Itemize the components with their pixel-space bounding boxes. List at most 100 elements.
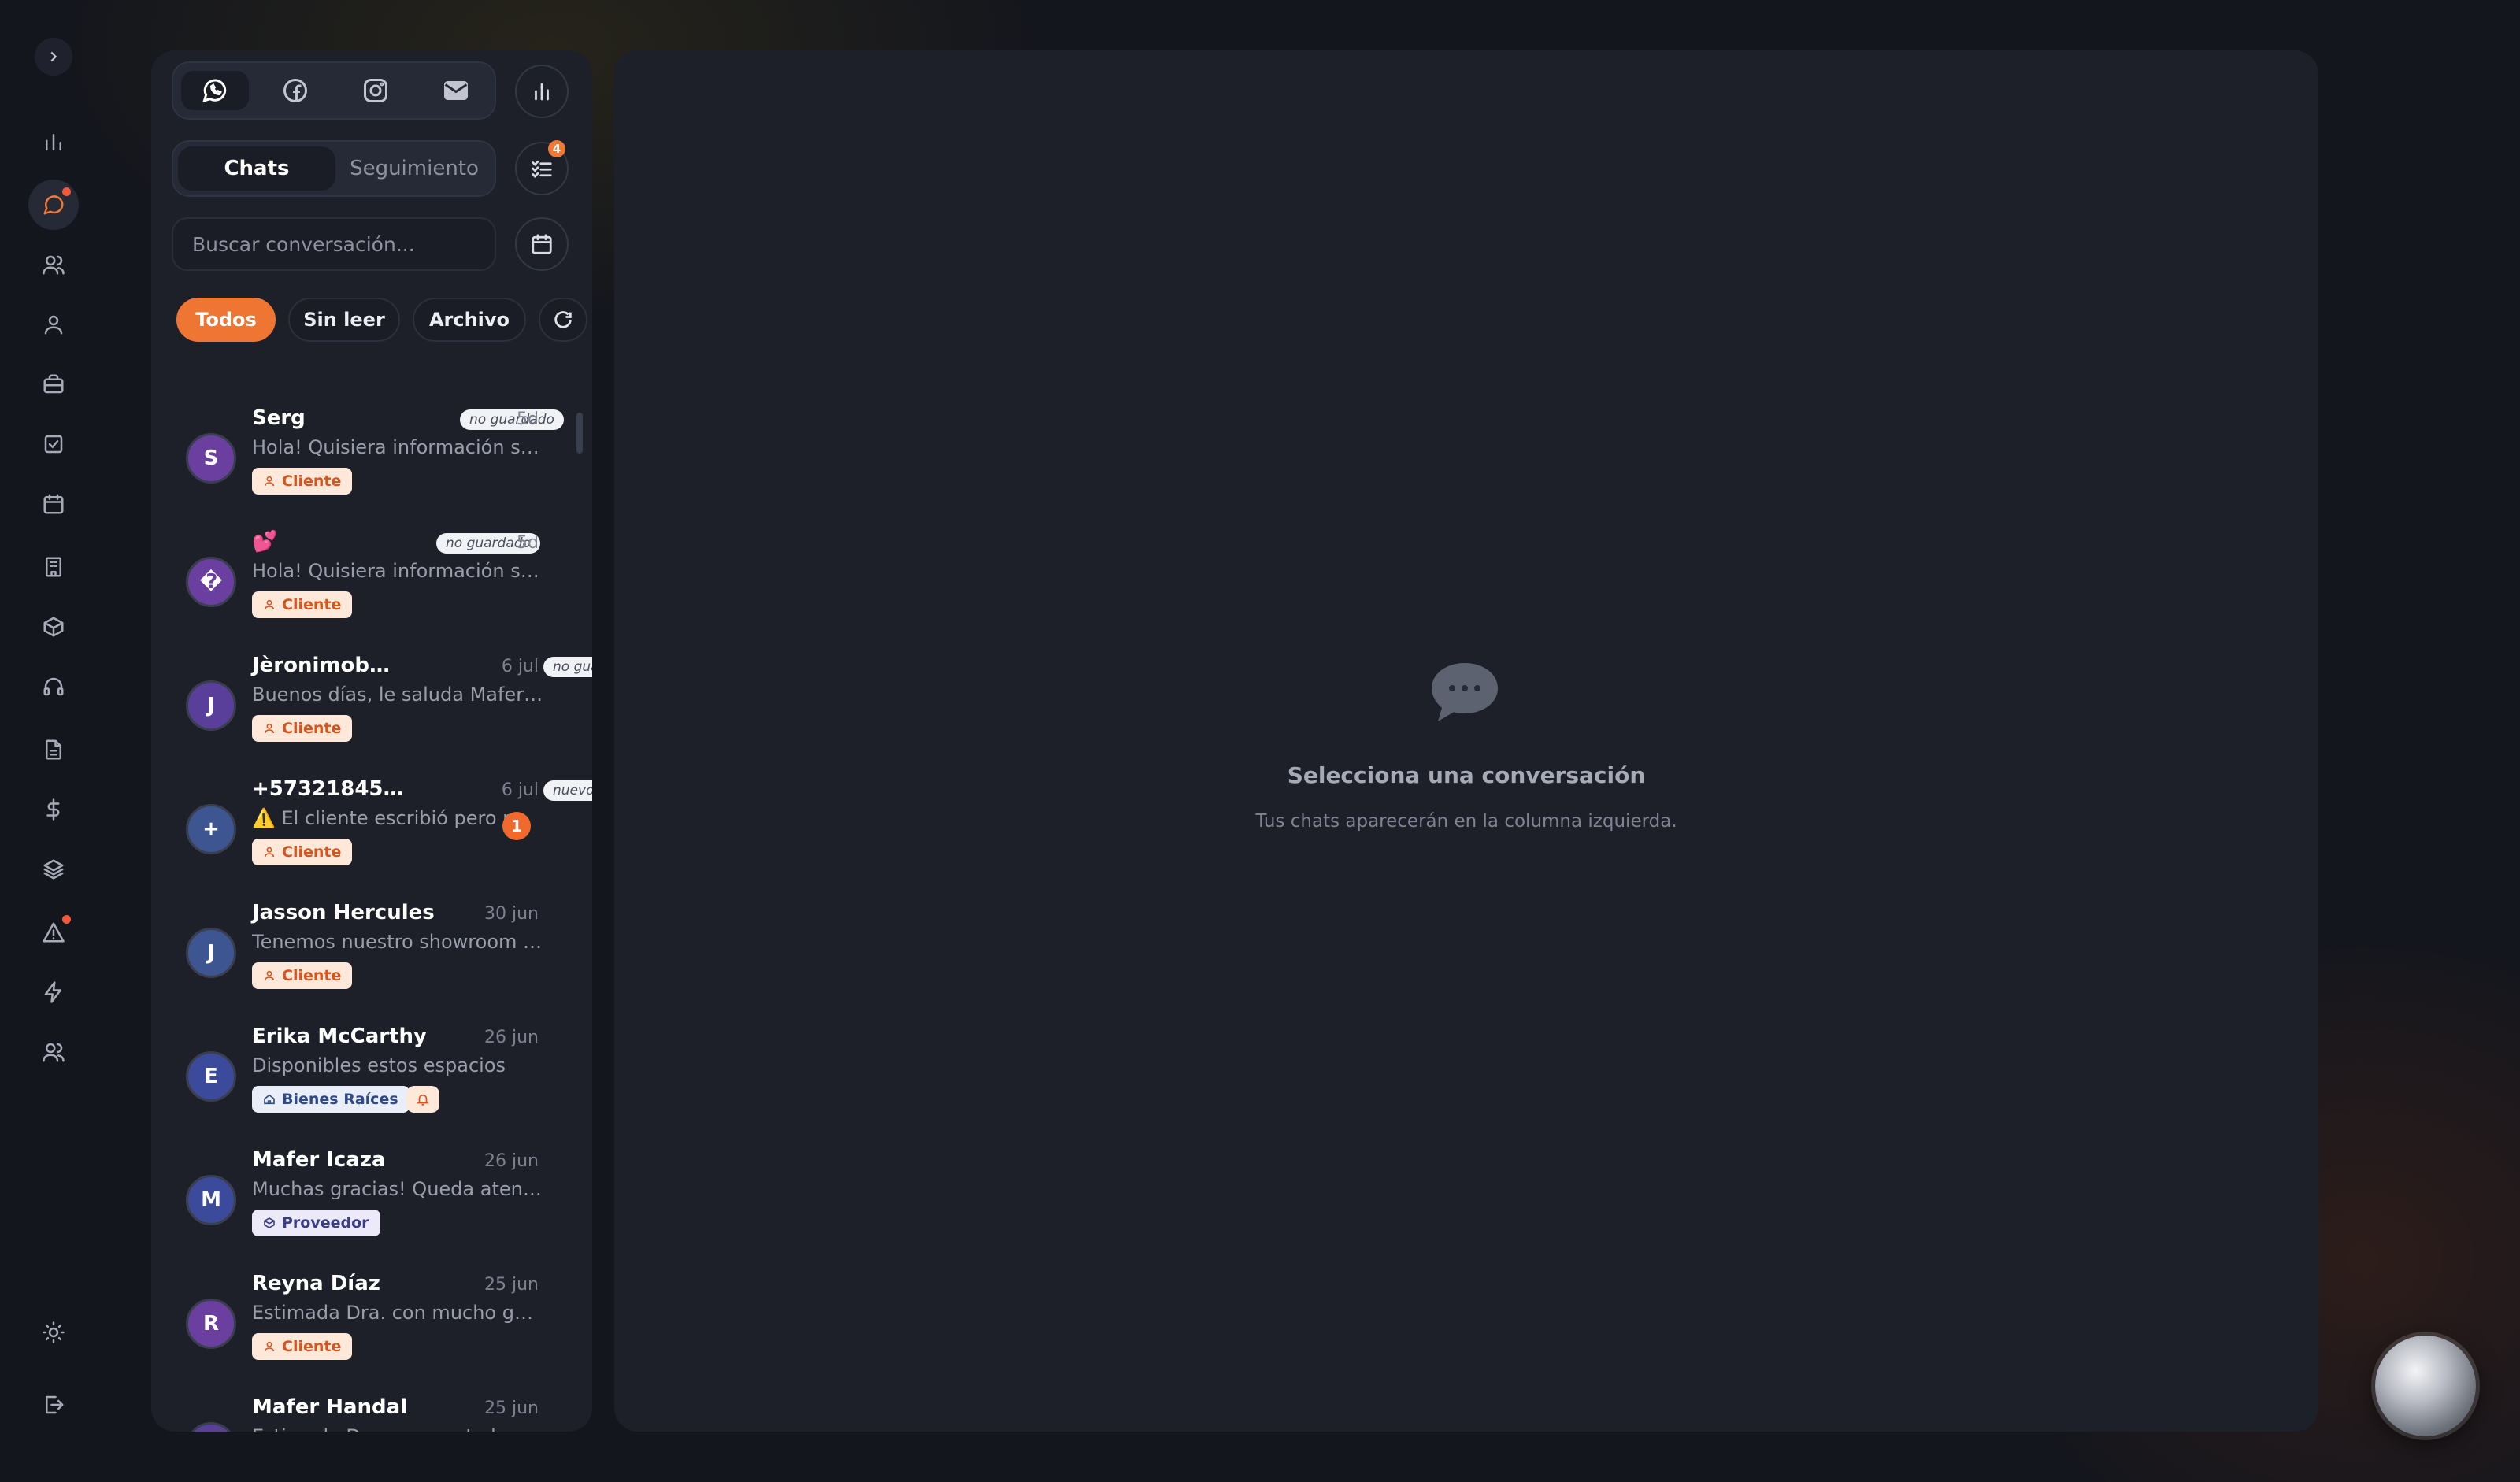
sidebar-item-properties[interactable] <box>28 542 79 592</box>
user-icon <box>264 847 275 858</box>
logout-button[interactable] <box>28 1380 79 1430</box>
theme-toggle-button[interactable] <box>28 1307 79 1358</box>
refresh-icon <box>554 311 572 328</box>
chat-list-item[interactable]: J Jèronimob… no guardado6 jul Buenos días, … <box>151 646 592 769</box>
scrollbar[interactable] <box>576 413 583 454</box>
lightning-icon <box>44 981 61 1003</box>
box-icon <box>43 617 64 637</box>
contact-label-text: Cliente <box>282 596 342 613</box>
conversation-view: Selecciona una conversación Tus chats ap… <box>614 50 2318 1432</box>
user-icon <box>264 476 275 487</box>
message-preview: Estimada Dra. con mucho gusto le <box>252 1302 543 1324</box>
headset-icon <box>43 677 64 696</box>
contact-label-tag: Cliente <box>252 468 353 495</box>
chat-bubble-icon <box>1432 663 1498 721</box>
users-icon <box>43 1043 65 1062</box>
tab-seguimiento[interactable]: Seguimiento <box>335 146 493 191</box>
building-icon <box>46 557 61 577</box>
home-icon <box>264 1094 275 1105</box>
assistant-button[interactable] <box>2375 1336 2476 1436</box>
sidebar-item-finance[interactable] <box>28 784 79 835</box>
message-preview: Estimada Dra. con gusto le explico <box>252 1425 543 1432</box>
message-time: 6 jul <box>501 657 539 676</box>
stats-button[interactable] <box>515 65 569 118</box>
message-preview: Tenemos nuestro showroom disponible <box>252 931 543 953</box>
dollar-icon <box>46 798 60 821</box>
tab-chats[interactable]: Chats <box>178 146 335 191</box>
message-time: 6 jul <box>501 780 539 800</box>
chat-list-panel: Chats Seguimiento 4 Todos Sin leer Archi… <box>151 50 592 1432</box>
filter-todos[interactable]: Todos <box>176 298 276 342</box>
chat-list-item[interactable]: � 💕 no guardado 5d Hola! Quisiera informació… <box>151 522 576 645</box>
contact-label-tag: Proveedor <box>252 1210 380 1236</box>
message-time: 5d <box>517 533 539 553</box>
filter-archivo[interactable]: Archivo <box>413 298 526 342</box>
whatsapp-icon <box>202 79 227 102</box>
contact-label-text: Cliente <box>282 843 342 861</box>
contact-label-tag: Bienes Raíces <box>252 1086 410 1113</box>
reminder-tag[interactable] <box>406 1086 439 1113</box>
message-preview: Hola! Quisiera información sobre <box>252 436 543 458</box>
avatar: J <box>186 680 236 731</box>
notification-dot <box>62 915 71 924</box>
filter-sin-leer[interactable]: Sin leer <box>288 298 400 342</box>
sidebar-item-support[interactable] <box>28 661 79 712</box>
contact-label-text: Cliente <box>282 720 342 737</box>
chat-list-item[interactable]: M Mafer Icaza 26 jun Muchas gracias! Queda … <box>151 1140 576 1263</box>
layers-icon <box>43 859 64 880</box>
user-icon <box>264 723 275 734</box>
checklist-icon <box>532 160 552 178</box>
chat-list-item[interactable]: E Erika McCarthy 26 jun Disponibles estos e… <box>151 1017 576 1139</box>
mail-icon <box>444 81 468 100</box>
briefcase-icon <box>43 374 64 394</box>
contact-label-text: Cliente <box>282 472 342 490</box>
avatar: E <box>186 1051 236 1102</box>
contact-label-text: Cliente <box>282 1338 342 1355</box>
date-filter-button[interactable] <box>515 217 569 271</box>
chat-list-item[interactable]: J Jasson Hercules 30 jun Tenemos nuestro sh… <box>151 893 576 1016</box>
calendar-icon <box>532 234 552 254</box>
contact-status-tag: nuevo <box>543 780 592 801</box>
contact-name: +57321845… <box>252 777 404 801</box>
contact-name: Mafer Icaza <box>252 1148 386 1172</box>
sidebar-item-alerts[interactable] <box>28 907 79 958</box>
chat-list-item[interactable]: S Serg no guardado 5d Hola! Quisiera informa… <box>151 398 576 521</box>
expand-sidebar-button[interactable] <box>35 38 72 76</box>
refresh-button[interactable] <box>539 298 587 342</box>
sidebar-item-business[interactable] <box>28 359 79 409</box>
avatar: J <box>186 928 236 978</box>
sidebar-item-layers[interactable] <box>28 844 79 895</box>
chat-list-item[interactable]: M Mafer Handal 25 jun Estimada Dra. con gus… <box>151 1388 576 1432</box>
task-list-button[interactable]: 4 <box>515 140 569 195</box>
channel-selector <box>172 61 496 120</box>
message-preview: Disponibles estos espacios <box>252 1054 506 1076</box>
message-time: 25 jun <box>484 1399 539 1418</box>
search-input[interactable] <box>172 217 496 271</box>
sidebar-item-tasks[interactable] <box>28 419 79 469</box>
user-icon <box>264 1341 275 1352</box>
bar-chart-icon <box>46 134 61 151</box>
sidebar-item-team[interactable] <box>28 239 79 290</box>
sidebar-item-calendar[interactable] <box>28 479 79 529</box>
contact-label-tag: Cliente <box>252 591 353 618</box>
unread-count-badge: 1 <box>502 812 531 840</box>
empty-state-title: Selecciona una conversación <box>1287 762 1646 788</box>
sidebar-item-automations[interactable] <box>28 967 79 1017</box>
channel-facebook[interactable] <box>261 71 329 110</box>
sidebar-item-contacts[interactable] <box>28 299 79 350</box>
message-time: 5d <box>517 409 539 429</box>
channel-whatsapp[interactable] <box>181 71 249 110</box>
sidebar-item-chats[interactable] <box>28 180 79 230</box>
sidebar-item-products[interactable] <box>28 602 79 652</box>
avatar: � <box>186 557 236 607</box>
channel-instagram[interactable] <box>342 71 410 110</box>
sidebar-item-documents[interactable] <box>28 724 79 775</box>
sidebar-item-users[interactable] <box>28 1027 79 1077</box>
avatar: M <box>186 1422 236 1432</box>
chat-list-item[interactable]: + +57321845… nuevo 6 jul ⚠️ El cliente escri… <box>151 769 592 892</box>
sidebar-item-analytics[interactable] <box>28 117 79 167</box>
channel-email[interactable] <box>422 71 490 110</box>
calendar-icon <box>43 494 64 514</box>
user-icon <box>264 599 275 610</box>
chat-list-item[interactable]: R Reyna Díaz 25 jun Estimada Dra. con mucho… <box>151 1264 576 1387</box>
